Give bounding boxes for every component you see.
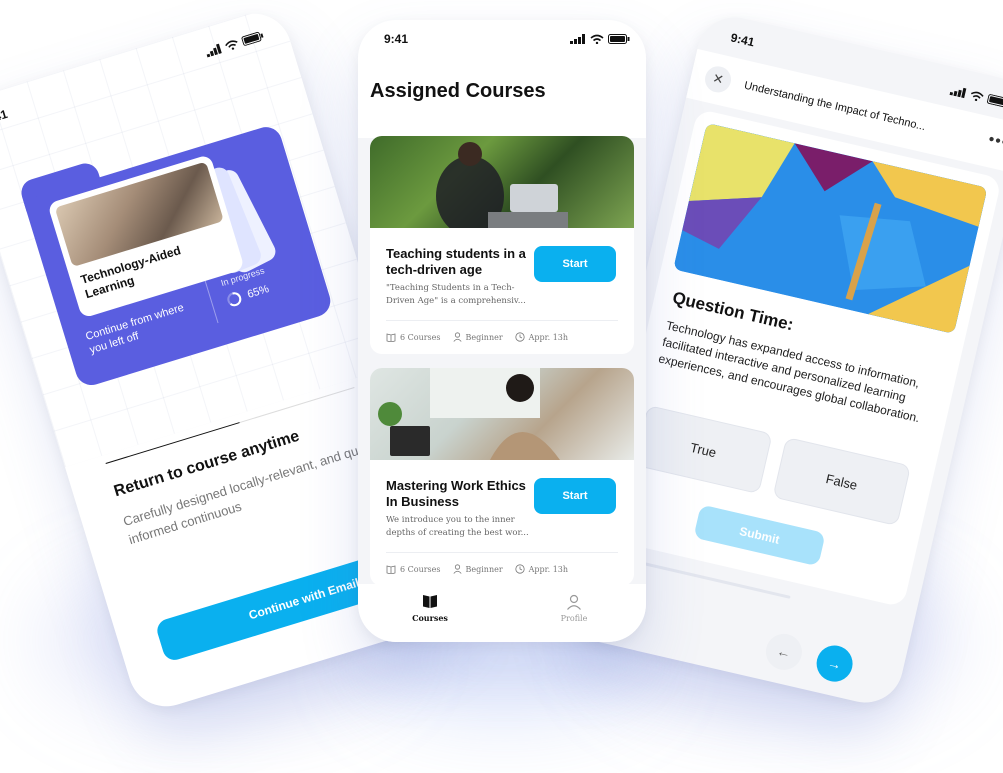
page-title: Assigned Courses — [370, 80, 546, 102]
course-level: Beginner — [465, 564, 503, 574]
course-level: Beginner — [465, 332, 503, 342]
arrow-right-icon: → — [825, 654, 844, 673]
course-description: We introduce you to the inner depths of … — [386, 515, 529, 538]
clock-icon — [515, 332, 525, 342]
close-button[interactable]: ✕ — [702, 63, 734, 95]
start-button[interactable]: Start — [534, 478, 616, 514]
courses-count: 6 Courses — [400, 332, 441, 342]
profile-icon — [567, 594, 581, 610]
course-card[interactable]: Teaching students in a tech-driven age "… — [370, 136, 634, 354]
user-icon — [452, 564, 462, 574]
wifi-icon — [590, 34, 604, 44]
status-time: 9:41 — [729, 30, 756, 50]
more-options-icon[interactable]: ••• — [987, 131, 1003, 153]
bottom-nav: Courses Profile — [358, 584, 646, 642]
course-image — [370, 368, 634, 460]
battery-icon — [987, 94, 1003, 108]
course-description: "Teaching Students in a Tech-Driven Age"… — [386, 283, 526, 306]
courses-book-icon — [423, 595, 437, 608]
user-icon — [452, 332, 462, 342]
start-button[interactable]: Start — [534, 246, 616, 282]
tab-profile-label: Profile — [560, 614, 588, 623]
status-icons — [570, 34, 630, 44]
tab-profile[interactable]: Profile — [534, 594, 614, 623]
tab-courses-label: Courses — [412, 613, 448, 623]
status-icons — [949, 85, 1003, 108]
tab-courses[interactable]: Courses — [390, 594, 470, 623]
course-meta: 6 Courses Beginner Appr. 13h — [386, 564, 568, 574]
wifi-icon — [970, 91, 984, 102]
course-image — [370, 136, 634, 236]
course-title: Mastering Work Ethics In Business — [386, 478, 526, 509]
courses-phone: 9:41 Assigned Courses Teaching students … — [358, 20, 646, 642]
status-time: 9:41 — [384, 32, 409, 46]
submit-button[interactable]: Submit — [693, 504, 826, 567]
next-button[interactable]: → — [813, 641, 857, 686]
question-text: Technology has expanded access to inform… — [657, 318, 922, 426]
battery-icon — [608, 34, 630, 44]
course-duration: Appr. 13h — [528, 332, 569, 342]
option-false[interactable]: False — [772, 436, 912, 527]
courses-header: 9:41 Assigned Courses — [358, 20, 646, 138]
course-duration: Appr. 13h — [528, 564, 569, 574]
clock-icon — [515, 564, 525, 574]
signal-icon — [570, 34, 585, 44]
courses-count: 6 Courses — [400, 564, 441, 574]
course-card[interactable]: Mastering Work Ethics In Business We int… — [370, 368, 634, 586]
signal-icon — [949, 87, 967, 99]
question-card: Question Time: Technology has expanded a… — [598, 108, 1002, 608]
previous-button[interactable]: ← — [762, 630, 806, 674]
book-icon — [386, 332, 396, 342]
close-icon: ✕ — [711, 70, 726, 88]
course-meta: 6 Courses Beginner Appr. 13h — [386, 332, 568, 342]
option-true[interactable]: True — [634, 404, 773, 495]
arrow-left-icon: ← — [775, 642, 793, 662]
book-icon — [386, 564, 396, 574]
course-title: Teaching students in a tech-driven age — [386, 246, 526, 277]
